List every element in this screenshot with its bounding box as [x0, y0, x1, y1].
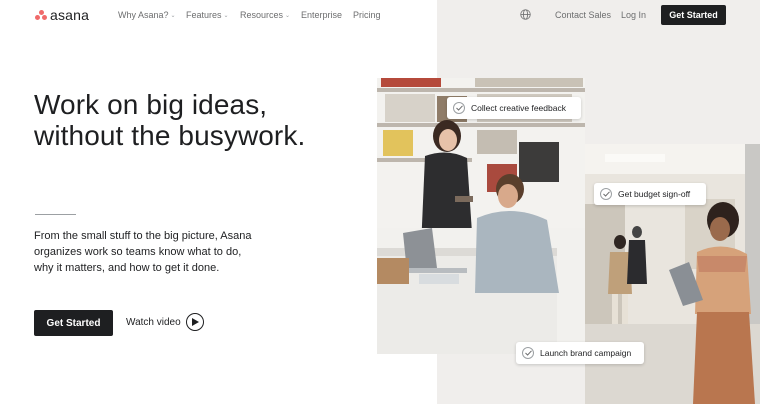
top-navigation: asana Why Asana? ⌄ Features ⌄ Resources ⌄ E… — [0, 0, 760, 30]
chevron-down-icon: ⌄ — [285, 12, 291, 19]
chevron-down-icon: ⌄ — [170, 12, 176, 19]
log-in-link[interactable]: Log In — [621, 10, 646, 20]
callout-collect-creative-feedback: Collect creative feedback — [447, 97, 581, 119]
nav-item-why-asana[interactable]: Why Asana? ⌄ — [118, 10, 176, 20]
hero-divider — [35, 214, 76, 215]
callout-get-budget-sign-off: Get budget sign-off — [594, 183, 706, 205]
play-icon — [185, 313, 204, 331]
nav-item-pricing[interactable]: Pricing — [353, 10, 381, 20]
nav-item-resources[interactable]: Resources ⌄ — [240, 10, 290, 20]
callout-launch-brand-campaign: Launch brand campaign — [516, 342, 644, 364]
nav-item-features[interactable]: Features ⌄ — [186, 10, 229, 20]
asana-logo-icon — [35, 10, 47, 20]
hero-get-started-button[interactable]: Get Started — [34, 310, 113, 336]
nav-item-enterprise[interactable]: Enterprise — [301, 10, 342, 20]
nav-get-started-button[interactable]: Get Started — [661, 5, 726, 25]
check-icon — [453, 102, 465, 114]
asana-logo[interactable]: asana — [35, 8, 89, 22]
hero-subtext: From the small stuff to the big picture,… — [34, 230, 252, 274]
chevron-down-icon: ⌄ — [223, 12, 229, 19]
check-icon — [522, 347, 534, 359]
check-icon — [600, 188, 612, 200]
contact-sales-link[interactable]: Contact Sales — [555, 10, 611, 20]
watch-video-button[interactable]: Watch video — [126, 313, 204, 331]
globe-icon[interactable] — [520, 9, 531, 20]
hero-headline: Work on big ideas, without the busywork. — [34, 89, 306, 151]
logo-wordmark: asana — [50, 7, 90, 23]
office-photo-main — [377, 78, 585, 354]
